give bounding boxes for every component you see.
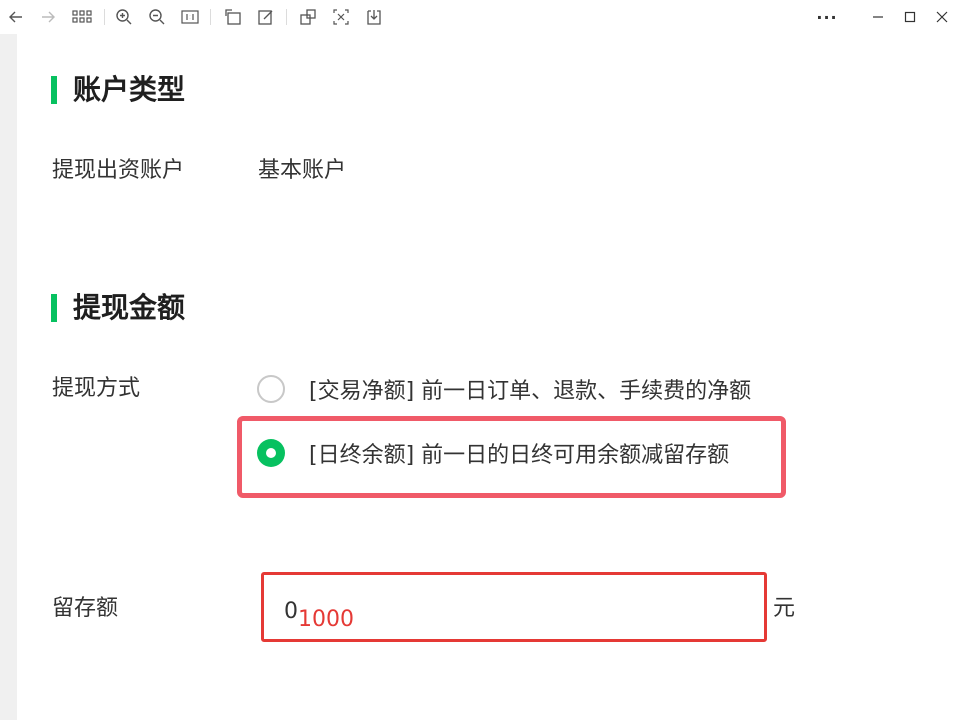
- rotate-icon[interactable]: [221, 5, 245, 29]
- radio-option-net[interactable]: [交易净额] 前一日订单、退款、手续费的净额: [257, 371, 751, 407]
- withdraw-method-label: 提现方式: [52, 376, 141, 401]
- image-viewer-toolbar: ···: [0, 0, 960, 35]
- zoom-in-icon[interactable]: [112, 5, 136, 29]
- currency-unit: 元: [773, 596, 796, 621]
- close-icon[interactable]: [930, 5, 954, 29]
- maximize-icon[interactable]: [898, 5, 922, 29]
- more-options-icon[interactable]: ···: [815, 5, 839, 29]
- section-accent-bar: [51, 76, 57, 104]
- radio-unchecked-icon[interactable]: [257, 375, 285, 403]
- reserve-original-value: 0: [284, 599, 298, 624]
- amount-title-text: 提现金额: [73, 291, 186, 324]
- section-accent-bar: [51, 294, 57, 322]
- ocr-icon[interactable]: [296, 5, 320, 29]
- crop-icon[interactable]: [329, 5, 353, 29]
- account-type-section-title: 账户类型: [51, 72, 185, 108]
- reserve-amount-label: 留存额: [52, 596, 119, 621]
- radio-option-net-label: [交易净额] 前一日订单、退款、手续费的净额: [309, 379, 752, 404]
- source-account-label: 提现出资账户: [52, 158, 185, 183]
- radio-option-eod-label: [日终余额] 前一日的日终可用余额减留存额: [309, 443, 730, 468]
- actual-size-icon[interactable]: [178, 5, 202, 29]
- grid-icon[interactable]: [70, 5, 94, 29]
- screenshot-content: 账户类型 提现出资账户 基本账户 提现金额 提现方式 [交易净额] 前一日订单、…: [17, 34, 960, 720]
- edit-icon[interactable]: [254, 5, 278, 29]
- reserve-amount-input[interactable]: 0 1000: [261, 572, 767, 642]
- reserve-annotated-value: 1000: [298, 607, 354, 632]
- back-icon[interactable]: [4, 5, 28, 29]
- download-icon[interactable]: [362, 5, 386, 29]
- forward-icon[interactable]: [36, 5, 60, 29]
- zoom-out-icon[interactable]: [145, 5, 169, 29]
- left-rail: [0, 34, 17, 720]
- radio-checked-icon[interactable]: [257, 439, 285, 467]
- amount-section-title: 提现金额: [51, 290, 185, 326]
- account-type-title-text: 账户类型: [73, 73, 186, 106]
- source-account-value: 基本账户: [258, 158, 347, 183]
- minimize-icon[interactable]: [866, 5, 890, 29]
- radio-option-eod[interactable]: [日终余额] 前一日的日终可用余额减留存额: [257, 435, 729, 471]
